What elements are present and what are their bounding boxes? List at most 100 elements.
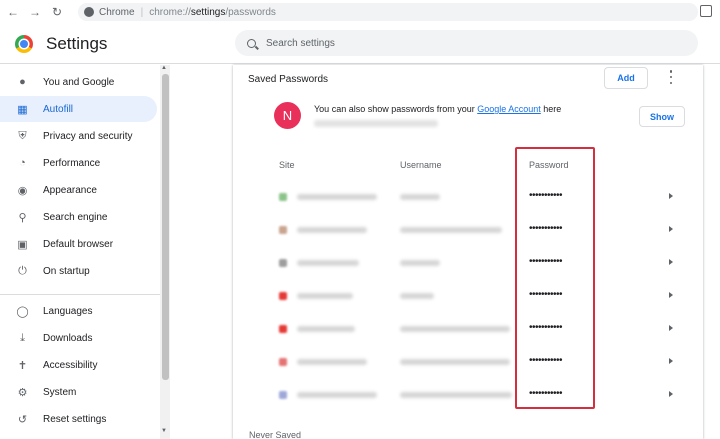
row-arrow-icon[interactable] <box>669 226 673 232</box>
username-blurred <box>400 326 510 332</box>
sidebar-item-label: System <box>43 386 77 398</box>
chrome-site-icon <box>84 7 94 17</box>
forward-arrow-icon[interactable]: → <box>26 3 44 21</box>
sidebar-scroll-thumb[interactable] <box>162 74 169 380</box>
scroll-down-icon[interactable]: ▼ <box>161 428 167 434</box>
sidebar-item-label: Downloads <box>43 332 93 344</box>
row-arrow-icon[interactable] <box>669 292 673 298</box>
sidebar-item-default-browser[interactable]: ▣ Default browser <box>0 231 157 257</box>
page-title: Settings <box>46 34 108 53</box>
wrench-icon: ⚙ <box>17 386 28 399</box>
sidebar-divider <box>0 294 160 295</box>
chrome-logo-icon <box>15 35 33 53</box>
username-blurred <box>400 227 502 233</box>
sidebar-item-downloads[interactable]: ⤓ Downloads <box>0 325 157 351</box>
back-arrow-icon[interactable]: ← <box>4 3 22 21</box>
promo-text-before: You can also show passwords from your <box>314 104 478 114</box>
site-favicon-icon <box>279 391 287 399</box>
sidebar-item-privacy-and-security[interactable]: ⛨ Privacy and security <box>0 123 157 149</box>
site-blurred <box>297 359 367 365</box>
power-icon: ⏻ <box>18 264 27 277</box>
sidebar-item-label: Appearance <box>43 184 97 196</box>
sidebar-item-label: Privacy and security <box>43 130 133 142</box>
scroll-up-icon[interactable]: ▲ <box>161 65 167 71</box>
omnibox-divider: | <box>140 6 144 18</box>
section-title: Saved Passwords <box>248 74 329 85</box>
url-host: settings <box>190 6 226 18</box>
account-promo-text: You can also show passwords from your Go… <box>314 104 561 114</box>
password-value: ••••••••••• <box>529 190 563 201</box>
sidebar-item-you-and-google[interactable]: ● You and Google <box>0 69 157 95</box>
site-favicon-icon <box>279 193 287 201</box>
site-label: Chrome <box>99 6 135 18</box>
password-value: ••••••••••• <box>529 256 563 267</box>
browser-icon: ▣ <box>17 238 28 251</box>
search-input[interactable] <box>266 37 666 49</box>
sidebar-item-system[interactable]: ⚙ System <box>0 379 157 405</box>
sidebar-item-label: Search engine <box>43 211 108 223</box>
reset-icon: ↺ <box>17 413 28 426</box>
password-row[interactable]: ••••••••••• <box>233 214 703 247</box>
username-blurred <box>400 194 440 200</box>
sidebar-item-label: You and Google <box>43 76 115 88</box>
row-arrow-icon[interactable] <box>669 193 673 199</box>
site-favicon-icon <box>279 325 287 333</box>
password-value: ••••••••••• <box>529 388 563 399</box>
password-row[interactable]: ••••••••••• <box>233 379 703 412</box>
site-favicon-icon <box>279 226 287 234</box>
sidebar: ● You and Google ▦ Autofill ⛨ Privacy an… <box>0 65 170 439</box>
row-arrow-icon[interactable] <box>669 391 673 397</box>
more-vert-icon[interactable] <box>669 70 673 84</box>
sidebar-item-on-startup[interactable]: ⏻ On startup <box>0 258 157 284</box>
sidebar-item-reset-settings[interactable]: ↺ Reset settings <box>0 406 157 432</box>
row-arrow-icon[interactable] <box>669 358 673 364</box>
site-blurred <box>297 326 355 332</box>
shield-icon: ⛨ <box>18 129 27 142</box>
row-arrow-icon[interactable] <box>669 325 673 331</box>
site-favicon-icon <box>279 358 287 366</box>
share-icon[interactable] <box>700 5 712 17</box>
password-row[interactable]: ••••••••••• <box>233 181 703 214</box>
site-blurred <box>297 392 377 398</box>
column-header-username: Username <box>400 160 442 170</box>
password-value: ••••••••••• <box>529 355 563 366</box>
download-icon: ⤓ <box>20 331 25 344</box>
username-blurred <box>400 359 510 365</box>
row-arrow-icon[interactable] <box>669 259 673 265</box>
password-value: ••••••••••• <box>529 322 563 333</box>
sidebar-item-autofill[interactable]: ▦ Autofill <box>0 96 157 122</box>
password-row[interactable]: ••••••••••• <box>233 280 703 313</box>
site-blurred <box>297 194 377 200</box>
omnibox[interactable]: Chrome | chrome://settings/passwords <box>78 3 698 21</box>
promo-text-after: here <box>540 104 562 114</box>
account-avatar: N <box>274 102 301 129</box>
person-icon: ● <box>19 76 26 88</box>
accessibility-icon: ✝ <box>17 359 28 372</box>
sidebar-item-accessibility[interactable]: ✝ Accessibility <box>0 352 157 378</box>
password-value: ••••••••••• <box>529 289 563 300</box>
sidebar-item-label: Default browser <box>43 238 114 250</box>
password-row[interactable]: ••••••••••• <box>233 247 703 280</box>
sidebar-item-label: Performance <box>43 157 101 169</box>
speedometer-icon: ◔ <box>19 157 26 169</box>
google-account-link[interactable]: Google Account <box>477 104 541 114</box>
site-blurred <box>297 227 367 233</box>
username-blurred <box>400 392 512 398</box>
url-scheme: chrome:// <box>149 6 191 18</box>
sidebar-item-label: Accessibility <box>43 359 98 371</box>
sidebar-item-languages[interactable]: ◯ Languages <box>0 298 157 324</box>
reload-icon[interactable]: ↻ <box>48 3 66 21</box>
show-account-passwords-button[interactable]: Show <box>639 106 685 127</box>
sidebar-item-search-engine[interactable]: ⚲ Search engine <box>0 204 157 230</box>
sidebar-item-appearance[interactable]: ◉ Appearance <box>0 177 157 203</box>
palette-icon: ◉ <box>17 184 28 197</box>
add-password-button[interactable]: Add <box>604 67 648 89</box>
site-favicon-icon <box>279 292 287 300</box>
search-box[interactable] <box>235 30 698 56</box>
password-row[interactable]: ••••••••••• <box>233 346 703 379</box>
site-favicon-icon <box>279 259 287 267</box>
password-row[interactable]: ••••••••••• <box>233 313 703 346</box>
search-icon: ⚲ <box>18 211 27 224</box>
username-blurred <box>400 293 434 299</box>
sidebar-item-performance[interactable]: ◔ Performance <box>0 150 157 176</box>
